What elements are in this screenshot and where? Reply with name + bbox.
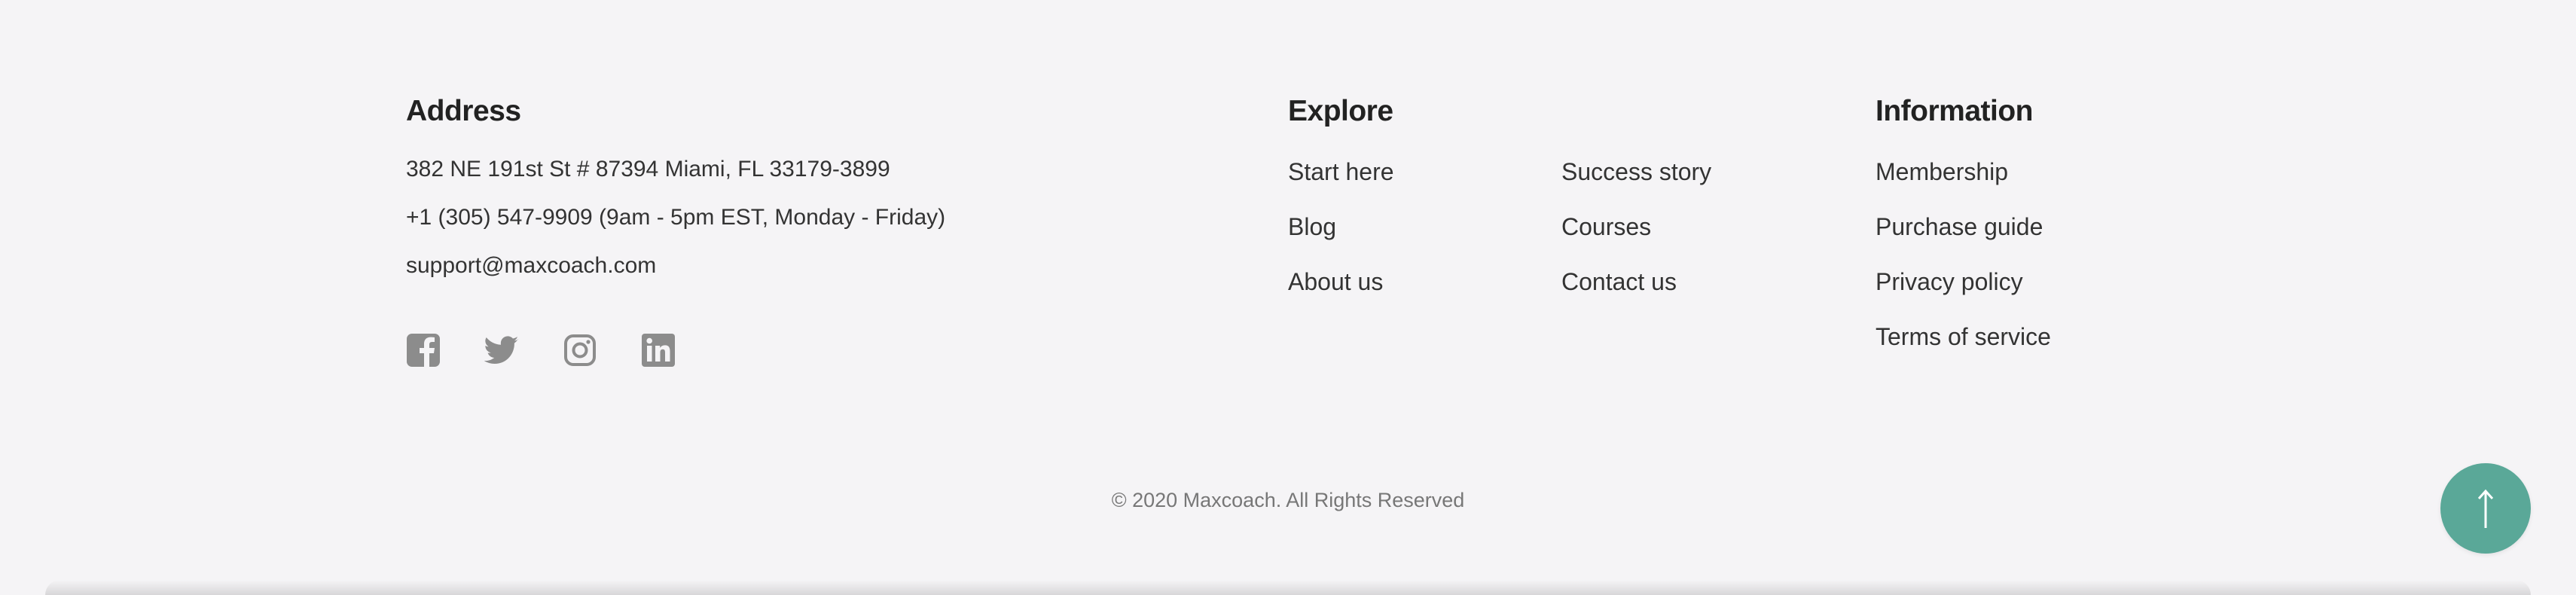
explore-links-secondary: Success story Courses Contact us [1561, 158, 1711, 323]
address-phone: +1 (305) 547-9909 (9am - 5pm EST, Monday… [406, 205, 946, 230]
footer-link-terms-of-service[interactable]: Terms of service [1876, 323, 2051, 378]
explore-links-primary: Start here Blog About us [1288, 158, 1394, 323]
footer-link-about-us[interactable]: About us [1288, 268, 1394, 323]
bottom-shadow [45, 580, 2531, 595]
address-email[interactable]: support@maxcoach.com [406, 253, 656, 279]
footer-link-privacy-policy[interactable]: Privacy policy [1876, 268, 2051, 323]
footer-link-purchase-guide[interactable]: Purchase guide [1876, 213, 2051, 268]
footer-link-membership[interactable]: Membership [1876, 158, 2051, 213]
back-to-top-button[interactable] [2440, 463, 2531, 554]
address-heading: Address [406, 95, 521, 127]
address-street: 382 NE 191st St # 87394 Miami, FL 33179-… [406, 157, 890, 182]
copyright-text: © 2020 Maxcoach. All Rights Reserved [1111, 489, 1465, 511]
arrow-up-icon [2477, 489, 2494, 528]
explore-heading: Explore [1288, 95, 1393, 127]
linkedin-icon[interactable] [641, 333, 676, 368]
social-links [406, 333, 676, 369]
footer-link-courses[interactable]: Courses [1561, 213, 1711, 268]
information-links: Membership Purchase guide Privacy policy… [1876, 158, 2051, 378]
instagram-icon[interactable] [563, 333, 597, 368]
footer-link-contact-us[interactable]: Contact us [1561, 268, 1711, 323]
footer-link-start-here[interactable]: Start here [1288, 158, 1394, 213]
site-footer: Address 382 NE 191st St # 87394 Miami, F… [0, 0, 2576, 595]
footer-link-blog[interactable]: Blog [1288, 213, 1394, 268]
twitter-icon[interactable] [484, 333, 519, 368]
footer-link-success-story[interactable]: Success story [1561, 158, 1711, 213]
information-heading: Information [1876, 95, 2033, 127]
facebook-icon[interactable] [406, 333, 441, 368]
